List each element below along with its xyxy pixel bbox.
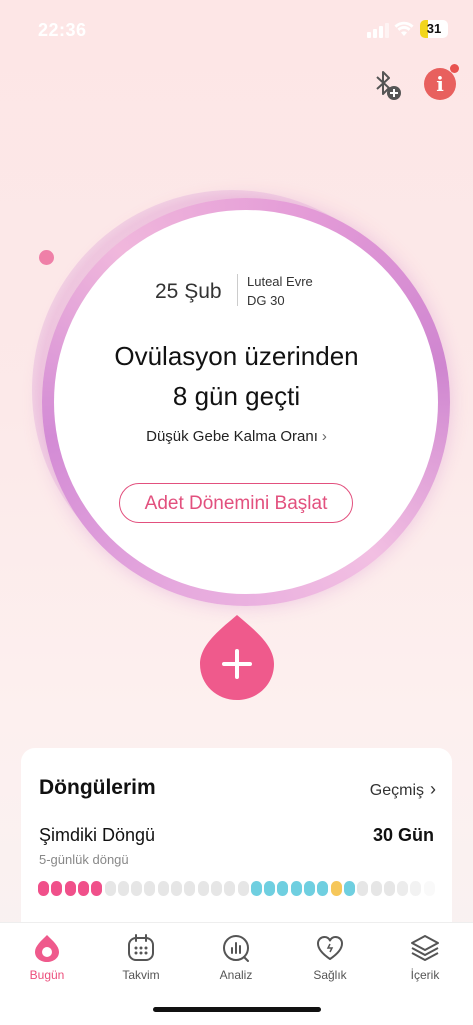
cycle-day-normal bbox=[383, 881, 395, 896]
cycle-day-normal bbox=[237, 881, 249, 896]
cycle-day-fertile bbox=[290, 881, 302, 896]
tab-label: Bugün bbox=[29, 968, 65, 982]
cycle-day-normal bbox=[423, 881, 435, 896]
add-entry-button[interactable] bbox=[200, 614, 274, 700]
cycle-day-period bbox=[77, 881, 89, 896]
tab-today[interactable]: Bugün bbox=[7, 923, 87, 993]
card-title: Döngülerim bbox=[39, 776, 156, 799]
current-cycle-length: 30 Gün bbox=[372, 825, 434, 845]
cycle-day-normal bbox=[117, 881, 129, 896]
history-label: Geçmiş bbox=[369, 782, 424, 799]
wifi-icon bbox=[394, 21, 414, 36]
tab-content[interactable]: İçerik bbox=[385, 923, 465, 993]
cycle-day-fertile bbox=[343, 881, 355, 896]
signal-icon bbox=[367, 22, 389, 38]
cycle-day-normal bbox=[184, 881, 196, 896]
calendar-icon bbox=[128, 934, 154, 961]
cycle-day-period bbox=[51, 881, 63, 896]
cycle-day-fertile bbox=[277, 881, 289, 896]
tab-label: Takvim bbox=[122, 968, 160, 982]
heart-icon bbox=[317, 936, 343, 960]
analysis-icon bbox=[223, 935, 249, 962]
cycle-day-period bbox=[91, 881, 103, 896]
cycle-day-normal bbox=[197, 881, 209, 896]
tab-calendar[interactable]: Takvim bbox=[101, 923, 181, 993]
status-time: 22:36 bbox=[38, 20, 87, 40]
battery-level: 31 bbox=[426, 21, 442, 36]
cycle-day-fertile bbox=[250, 881, 262, 896]
pregnancy-chance-label: Düşük Gebe Kalma Oranı bbox=[146, 428, 318, 445]
info-icon: i bbox=[436, 72, 444, 96]
cycle-phase: Luteal Evre bbox=[247, 274, 313, 289]
cycle-day-normal bbox=[357, 881, 369, 896]
period-length: 5-günlük döngü bbox=[39, 852, 129, 867]
tab-label: İçerik bbox=[410, 968, 440, 982]
cycle-day-period bbox=[64, 881, 76, 896]
home-indicator bbox=[153, 1007, 321, 1012]
headline-line-1: Ovülasyon üzerinden bbox=[114, 341, 359, 371]
history-link[interactable]: Geçmiş › bbox=[370, 779, 436, 800]
cycle-day-fertile bbox=[264, 881, 276, 896]
cycle-day-fertile bbox=[317, 881, 329, 896]
cycle-day-normal bbox=[410, 881, 422, 896]
layers-icon bbox=[411, 935, 439, 961]
cycle-day-normal bbox=[131, 881, 143, 896]
cycle-day-normal bbox=[104, 881, 116, 896]
tab-label: Analiz bbox=[219, 968, 253, 982]
date-row: 25 Şub Luteal Evre DG 30 bbox=[0, 270, 473, 310]
chevron-right-icon: › bbox=[321, 428, 327, 445]
cycle-day-normal bbox=[144, 881, 156, 896]
status-bar: 22:36 31 bbox=[0, 0, 473, 60]
cycle-day-normal bbox=[171, 881, 182, 896]
cycle-day-fertile bbox=[304, 881, 315, 896]
cycle-day-normal bbox=[157, 881, 169, 896]
cycle-day-strip bbox=[38, 881, 438, 897]
start-period-button[interactable]: Adet Dönemini Başlat bbox=[119, 483, 353, 523]
cycle-day-normal bbox=[370, 881, 382, 896]
cycle-day-ovulation bbox=[330, 881, 342, 896]
chevron-right-icon: › bbox=[430, 779, 436, 799]
tab-health[interactable]: Sağlık bbox=[290, 923, 370, 993]
info-button[interactable]: i bbox=[424, 68, 456, 100]
bluetooth-add-icon[interactable] bbox=[370, 68, 404, 102]
cycles-card: Döngülerim Geçmiş › Şimdiki Döngü 30 Gün … bbox=[21, 748, 452, 948]
headline-line-2: 8 gün geçti bbox=[172, 381, 301, 411]
battery-icon: 31 bbox=[420, 20, 448, 38]
tab-analysis[interactable]: Analiz bbox=[196, 923, 276, 993]
notification-dot bbox=[450, 64, 459, 73]
pregnancy-chance-link[interactable]: Düşük Gebe Kalma Oranı › bbox=[0, 428, 473, 445]
cycle-day-normal bbox=[224, 881, 236, 896]
cycle-day-period bbox=[38, 881, 49, 896]
current-cycle-label: Şimdiki Döngü bbox=[39, 825, 156, 845]
cycle-day: DG 30 bbox=[247, 293, 285, 308]
ovulation-status: Ovülasyon üzerinden 8 gün geçti bbox=[0, 336, 473, 416]
divider bbox=[237, 274, 238, 306]
cycle-day-normal bbox=[397, 881, 409, 896]
drop-icon bbox=[35, 935, 59, 962]
cycle-day-normal bbox=[210, 881, 222, 896]
tab-label: Sağlık bbox=[313, 968, 347, 982]
current-date: 25 Şub bbox=[155, 280, 222, 303]
